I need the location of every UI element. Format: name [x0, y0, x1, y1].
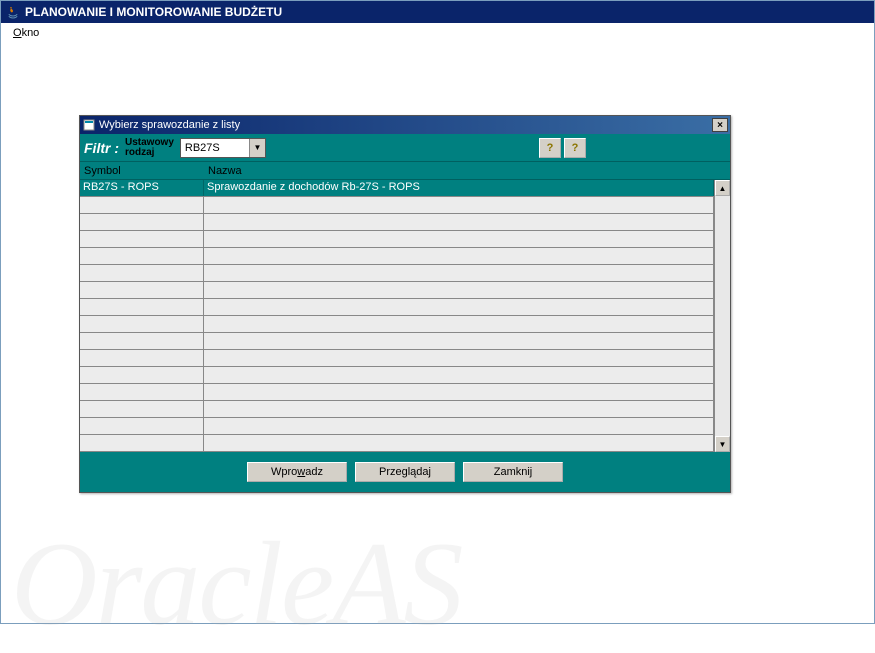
main-title-bar: PLANOWANIE I MONITOROWANIE BUDŻETU	[1, 1, 874, 23]
cell-nazwa	[204, 384, 714, 400]
help-icon: ?	[572, 142, 579, 154]
dialog-title-text: Wybierz sprawozdanie z listy	[99, 119, 712, 131]
column-header-symbol[interactable]: Symbol	[80, 165, 204, 177]
filter-label: Filtr :	[84, 140, 119, 156]
cell-symbol	[80, 214, 204, 230]
chevron-up-icon: ▲	[719, 184, 727, 193]
cell-nazwa	[204, 350, 714, 366]
menu-okno-rest: kno	[22, 27, 40, 39]
cell-nazwa	[204, 265, 714, 281]
chevron-down-icon: ▼	[249, 139, 265, 157]
table-row[interactable]	[80, 401, 714, 418]
table-row[interactable]	[80, 265, 714, 282]
table-body: RB27S - ROPSSprawozdanie z dochodów Rb-2…	[80, 180, 730, 452]
cell-symbol	[80, 384, 204, 400]
cell-symbol: RB27S - ROPS	[80, 180, 204, 196]
cell-nazwa	[204, 333, 714, 349]
zamknij-button[interactable]: Zamknij	[463, 462, 563, 482]
przegladaj-button[interactable]: Przeglądaj	[355, 462, 455, 482]
cell-symbol	[80, 435, 204, 451]
main-window: PLANOWANIE I MONITOROWANIE BUDŻETU Okno …	[0, 0, 875, 624]
cell-symbol	[80, 248, 204, 264]
table-row[interactable]	[80, 435, 714, 452]
button-bar: Wprowadz Przeglądaj Zamknij	[80, 452, 730, 492]
cell-nazwa	[204, 401, 714, 417]
table-row[interactable]	[80, 350, 714, 367]
table-row[interactable]	[80, 316, 714, 333]
cell-nazwa	[204, 197, 714, 213]
watermark: OracleAS	[11, 515, 462, 653]
cell-symbol	[80, 265, 204, 281]
help-icon: ?	[547, 142, 554, 154]
report-selection-dialog: Wybierz sprawozdanie z listy × Filtr : U…	[79, 115, 731, 493]
table-header: Symbol Nazwa	[80, 162, 730, 180]
cell-nazwa	[204, 418, 714, 434]
filter-bar: Filtr : Ustawowy rodzaj RB27S ▼ ? ?	[80, 134, 730, 162]
scroll-up-button[interactable]: ▲	[715, 180, 730, 196]
cell-nazwa	[204, 299, 714, 315]
dialog-close-button[interactable]: ×	[712, 118, 728, 132]
filter-dropdown-value: RB27S	[181, 142, 249, 154]
wprowadz-button[interactable]: Wprowadz	[247, 462, 347, 482]
table-row[interactable]	[80, 299, 714, 316]
cell-symbol	[80, 367, 204, 383]
table-row[interactable]: RB27S - ROPSSprawozdanie z dochodów Rb-2…	[80, 180, 714, 197]
cell-symbol	[80, 401, 204, 417]
help-button-2[interactable]: ?	[564, 138, 586, 158]
table-row[interactable]	[80, 333, 714, 350]
dialog-title-bar[interactable]: Wybierz sprawozdanie z listy ×	[80, 116, 730, 134]
content-area: OracleAS Wybierz sprawozdanie z listy × …	[1, 43, 874, 623]
dialog-icon	[82, 118, 96, 132]
cell-symbol	[80, 299, 204, 315]
table-row[interactable]	[80, 367, 714, 384]
table-row[interactable]	[80, 282, 714, 299]
table-row[interactable]	[80, 248, 714, 265]
scroll-down-button[interactable]: ▼	[715, 436, 730, 452]
scroll-track[interactable]	[715, 196, 730, 436]
column-header-nazwa[interactable]: Nazwa	[204, 165, 730, 177]
cell-symbol	[80, 197, 204, 213]
cell-symbol	[80, 350, 204, 366]
cell-nazwa	[204, 214, 714, 230]
table-row[interactable]	[80, 197, 714, 214]
filter-dropdown[interactable]: RB27S ▼	[180, 138, 266, 158]
table-rows: RB27S - ROPSSprawozdanie z dochodów Rb-2…	[80, 180, 714, 452]
cell-symbol	[80, 418, 204, 434]
cell-nazwa	[204, 435, 714, 451]
cell-nazwa: Sprawozdanie z dochodów Rb-27S - ROPS	[204, 180, 714, 196]
cell-nazwa	[204, 231, 714, 247]
cell-symbol	[80, 333, 204, 349]
table-row[interactable]	[80, 384, 714, 401]
cell-symbol	[80, 282, 204, 298]
table-row[interactable]	[80, 418, 714, 435]
help-button-1[interactable]: ?	[539, 138, 561, 158]
main-title-text: PLANOWANIE I MONITOROWANIE BUDŻETU	[25, 5, 282, 19]
close-icon: ×	[717, 120, 723, 131]
java-icon	[5, 4, 21, 20]
cell-nazwa	[204, 248, 714, 264]
table-row[interactable]	[80, 231, 714, 248]
cell-nazwa	[204, 367, 714, 383]
menu-okno[interactable]: Okno	[7, 25, 45, 41]
vertical-scrollbar[interactable]: ▲ ▼	[714, 180, 730, 452]
cell-symbol	[80, 231, 204, 247]
chevron-down-icon: ▼	[719, 440, 727, 449]
table-row[interactable]	[80, 214, 714, 231]
cell-nazwa	[204, 282, 714, 298]
filter-field-label: Ustawowy rodzaj	[125, 138, 174, 158]
menu-bar: Okno	[1, 23, 874, 43]
cell-nazwa	[204, 316, 714, 332]
cell-symbol	[80, 316, 204, 332]
